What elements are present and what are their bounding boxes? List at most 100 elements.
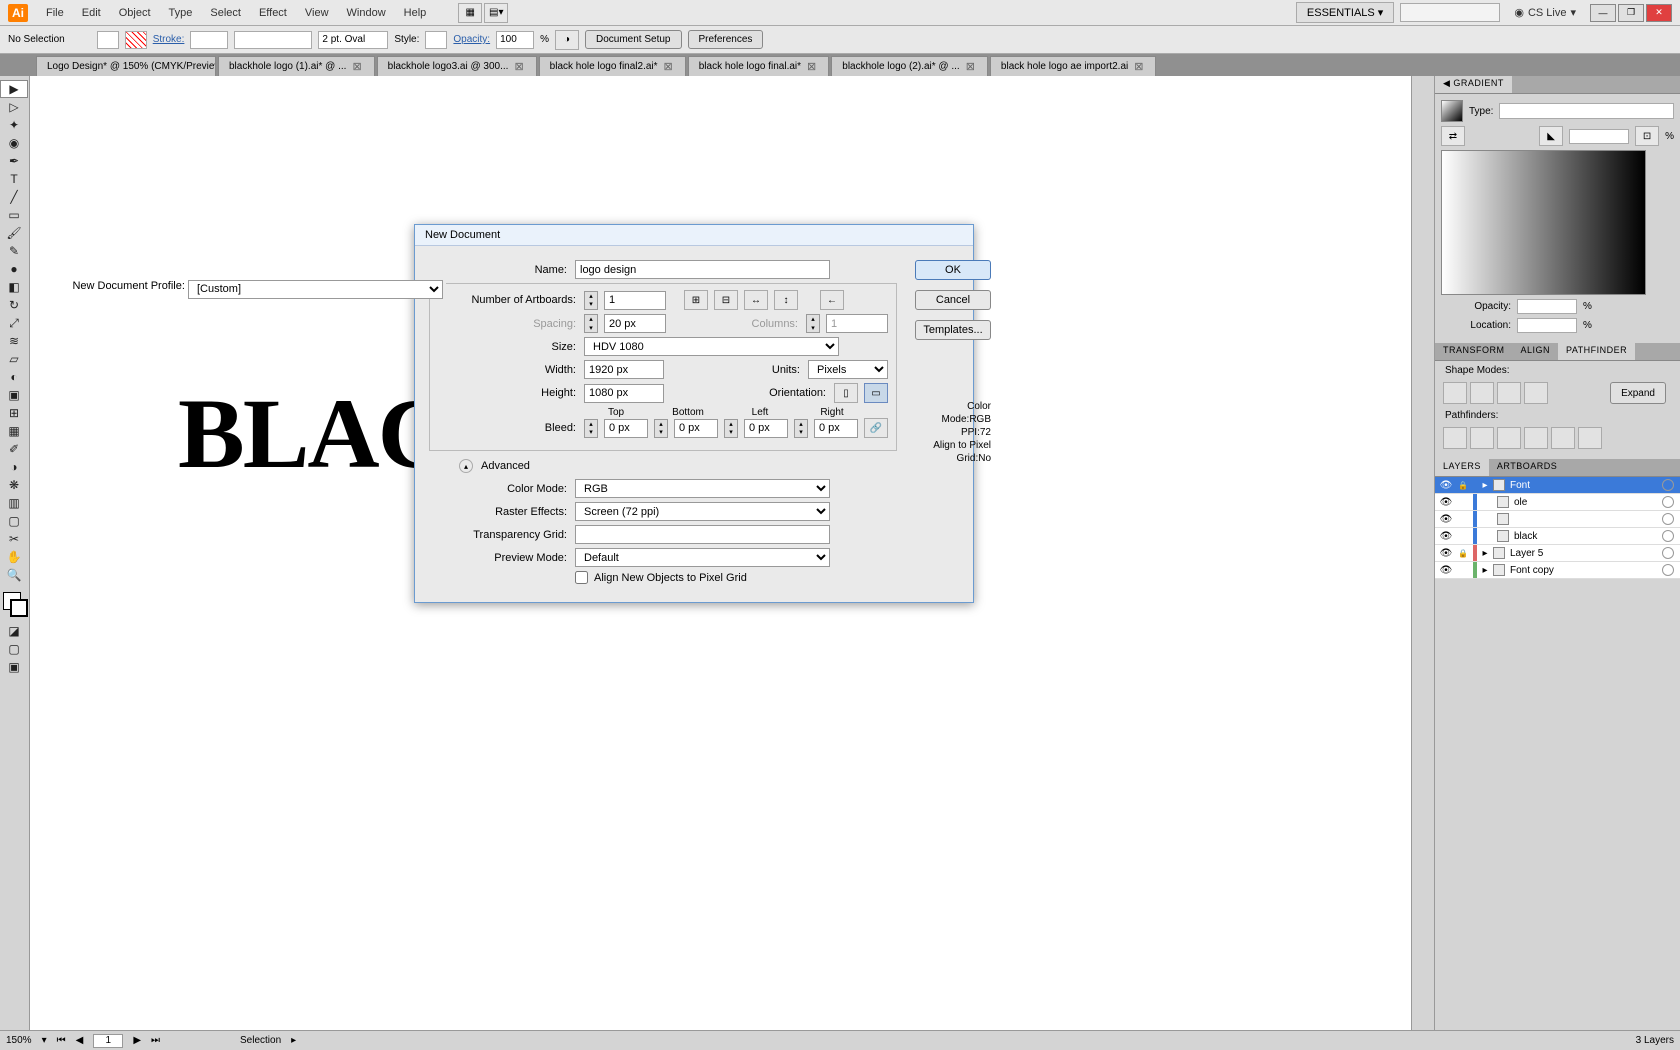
visibility-icon[interactable]: 👁 xyxy=(1439,497,1453,508)
paintbrush-tool[interactable]: 🖌 xyxy=(0,224,28,242)
lock-icon[interactable]: 🔒 xyxy=(1456,481,1470,490)
rotate-tool[interactable]: ↻ xyxy=(0,296,28,314)
artboards-input[interactable] xyxy=(604,291,666,310)
selection-tool[interactable]: ▶ xyxy=(0,80,28,98)
collapsed-panel-strip[interactable] xyxy=(1411,76,1435,1030)
scale-tool[interactable]: ⤢ xyxy=(0,314,28,332)
layer-row[interactable]: 👁🔒▸Layer 5 xyxy=(1435,545,1680,562)
brush-input[interactable] xyxy=(234,31,312,49)
weight-profile-input[interactable] xyxy=(318,31,388,49)
layout-icon-1[interactable]: ▦ xyxy=(458,3,482,23)
menu-window[interactable]: Window xyxy=(339,3,394,23)
tab-2[interactable]: blackhole logo3.ai @ 300...⊠ xyxy=(377,56,537,76)
window-close[interactable]: ✕ xyxy=(1646,4,1672,22)
spacing-input[interactable] xyxy=(604,314,666,333)
gradient-opacity-input[interactable] xyxy=(1517,299,1577,314)
workspace-switcher[interactable]: ESSENTIALS ▾ xyxy=(1296,2,1394,23)
visibility-icon[interactable]: 👁 xyxy=(1439,514,1453,525)
gradient-aspect-icon[interactable]: ⊡ xyxy=(1635,126,1659,146)
menu-type[interactable]: Type xyxy=(161,3,201,23)
layout-icon-2[interactable]: ▤▾ xyxy=(484,3,508,23)
menu-file[interactable]: File xyxy=(38,3,72,23)
graph-tool[interactable]: ▥ xyxy=(0,494,28,512)
opacity-input[interactable] xyxy=(496,31,534,49)
symbol-sprayer-tool[interactable]: ❋ xyxy=(0,476,28,494)
style-swatch[interactable] xyxy=(425,31,447,49)
grid-by-col-icon[interactable]: ⊟ xyxy=(714,290,738,310)
search-input[interactable] xyxy=(1400,3,1500,22)
artboard-tool[interactable]: ▢ xyxy=(0,512,28,530)
lasso-tool[interactable]: ◉ xyxy=(0,134,28,152)
gradient-tool[interactable]: ▦ xyxy=(0,422,28,440)
rtl-icon[interactable]: ← xyxy=(820,290,844,310)
window-maximize[interactable]: ❐ xyxy=(1618,4,1644,22)
close-icon[interactable]: ⊠ xyxy=(662,60,675,73)
menu-help[interactable]: Help xyxy=(396,3,435,23)
col-icon[interactable]: ↕ xyxy=(774,290,798,310)
merge-icon[interactable] xyxy=(1497,427,1521,449)
unite-icon[interactable] xyxy=(1443,382,1467,404)
line-tool[interactable]: ╱ xyxy=(0,188,28,206)
slice-tool[interactable]: ✂ xyxy=(0,530,28,548)
transform-tab[interactable]: TRANSFORM xyxy=(1435,343,1513,360)
templates-button[interactable]: Templates... xyxy=(915,320,991,340)
gradient-preview[interactable] xyxy=(1441,150,1646,295)
align-pixel-grid-checkbox[interactable] xyxy=(575,571,588,584)
document-setup-button[interactable]: Document Setup xyxy=(585,30,682,49)
fill-swatch[interactable] xyxy=(97,31,119,49)
tab-3[interactable]: black hole logo final2.ai*⊠ xyxy=(539,56,686,76)
lock-icon[interactable]: 🔒 xyxy=(1456,549,1470,558)
gradient-tab[interactable]: ◀ GRADIENT xyxy=(1435,76,1512,93)
gradient-angle-icon[interactable]: ◣ xyxy=(1539,126,1563,146)
tab-1[interactable]: blackhole logo (1).ai* @ ...⊠ xyxy=(218,56,375,76)
bleed-top-input[interactable] xyxy=(604,419,648,438)
zoom-tool[interactable]: 🔍 xyxy=(0,566,28,584)
stroke-swatch[interactable] xyxy=(125,31,147,49)
grid-by-row-icon[interactable]: ⊞ xyxy=(684,290,708,310)
transgrid-dropdown[interactable]: Off xyxy=(575,525,830,544)
rectangle-tool[interactable]: ▭ xyxy=(0,206,28,224)
artboard-nav-first[interactable]: ⏮ xyxy=(57,1035,66,1046)
blend-tool[interactable]: ◑ xyxy=(0,458,28,476)
close-icon[interactable]: ⊠ xyxy=(512,60,525,73)
tab-6[interactable]: black hole logo ae import2.ai⊠ xyxy=(990,56,1157,76)
columns-input[interactable] xyxy=(826,314,888,333)
bleed-left-stepper[interactable]: ▴▾ xyxy=(724,419,738,438)
tab-5[interactable]: blackhole logo (2).ai* @ ...⊠ xyxy=(831,56,988,76)
recolor-icon[interactable]: ◑ xyxy=(555,30,579,50)
layer-row[interactable]: 👁▸Font copy xyxy=(1435,562,1680,579)
colormode-dropdown[interactable]: RGB xyxy=(575,479,830,498)
window-minimize[interactable]: — xyxy=(1590,4,1616,22)
bleed-bottom-input[interactable] xyxy=(674,419,718,438)
link-bleed-icon[interactable]: 🔗 xyxy=(864,418,888,438)
preferences-button[interactable]: Preferences xyxy=(688,30,764,49)
close-icon[interactable]: ⊠ xyxy=(805,60,818,73)
bleed-right-input[interactable] xyxy=(814,419,858,438)
crop-icon[interactable] xyxy=(1524,427,1548,449)
expand-button[interactable]: Expand xyxy=(1610,382,1666,404)
target-icon[interactable] xyxy=(1662,530,1674,542)
close-icon[interactable]: ⊠ xyxy=(1132,60,1145,73)
artboard-nav-prev[interactable]: ◀ xyxy=(76,1035,84,1046)
mesh-tool[interactable]: ⊞ xyxy=(0,404,28,422)
gradient-swatch[interactable] xyxy=(1441,100,1463,122)
stroke-weight-input[interactable] xyxy=(190,31,228,49)
disclosure-icon[interactable]: ▸ xyxy=(1480,565,1490,576)
units-dropdown[interactable]: Pixels xyxy=(808,360,888,379)
columns-stepper[interactable]: ▴▾ xyxy=(806,314,820,333)
target-icon[interactable] xyxy=(1662,547,1674,559)
gradient-angle-input[interactable] xyxy=(1569,129,1629,144)
bleed-top-stepper[interactable]: ▴▾ xyxy=(584,419,598,438)
shape-builder-tool[interactable]: ◐ xyxy=(0,368,28,386)
free-transform-tool[interactable]: ▱ xyxy=(0,350,28,368)
visibility-icon[interactable]: 👁 xyxy=(1439,480,1453,491)
eraser-tool[interactable]: ◧ xyxy=(0,278,28,296)
pathfinder-tab[interactable]: PATHFINDER xyxy=(1558,343,1635,360)
artboard-number-input[interactable] xyxy=(93,1034,123,1048)
profile-dropdown[interactable]: [Custom] xyxy=(188,280,443,299)
change-screen-icon[interactable]: ▣ xyxy=(0,658,28,676)
align-tab[interactable]: ALIGN xyxy=(1513,343,1559,360)
fill-stroke-control[interactable] xyxy=(0,592,29,622)
artboard-nav-next[interactable]: ▶ xyxy=(133,1035,141,1046)
opacity-label[interactable]: Opacity: xyxy=(453,34,490,45)
